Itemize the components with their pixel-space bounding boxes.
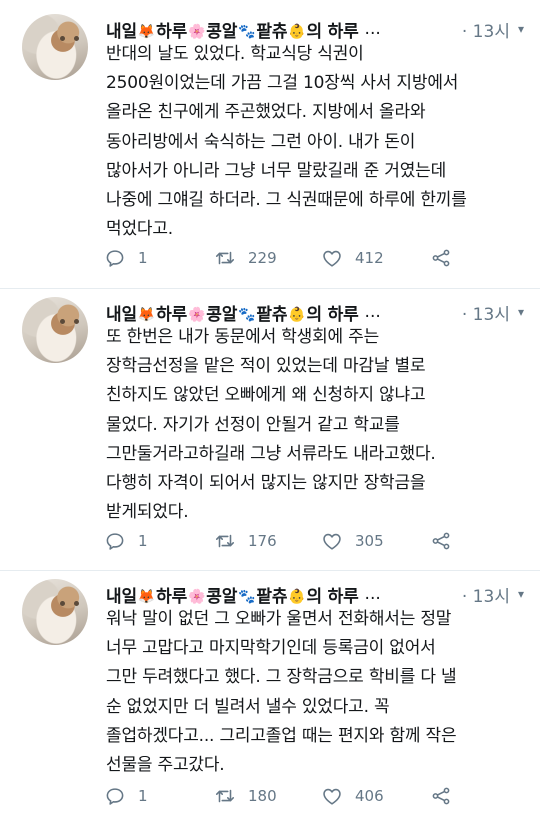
like-button[interactable]: 305: [321, 530, 430, 552]
reply-button[interactable]: 1: [104, 530, 214, 552]
like-button[interactable]: 406: [321, 785, 430, 807]
retweet-button[interactable]: 176: [214, 530, 321, 552]
like-icon: [323, 250, 341, 267]
author-name[interactable]: 내일🦊하루🌸콩알🐾팥츄👶의 하루: [106, 582, 359, 607]
retweet-count: 180: [248, 787, 277, 805]
baby-icon: 👶: [288, 306, 306, 323]
text-line: 2500원이었는데 가끔 그걸 10장씩 사서 지방에서: [106, 73, 459, 94]
text-line: 그만둘거라고하길래 그냥 서류라도 내라고했다.: [106, 443, 436, 464]
divider: [0, 570, 540, 571]
tweet-actions: 1 229 412: [104, 246, 504, 270]
text-line: 먹었다고.: [106, 219, 173, 240]
share-icon: [432, 787, 450, 805]
tweet-text: 반대의 날도 있었다. 학교식당 식권이 2500원이었는데 가끔 그걸 10장…: [106, 40, 536, 244]
avatar[interactable]: [22, 297, 88, 363]
text-line: 또 한번은 내가 동문에서 학생회에 주는: [106, 327, 380, 347]
share-button[interactable]: [430, 247, 452, 269]
timestamp[interactable]: · 13시: [462, 17, 510, 42]
share-button[interactable]: [430, 785, 452, 807]
retweet-icon: [215, 251, 235, 265]
name-ellipsis: ...: [364, 584, 381, 604]
like-count: 412: [355, 249, 384, 267]
chevron-down-icon[interactable]: ▾: [518, 22, 524, 36]
divider: [0, 288, 540, 289]
like-button[interactable]: 412: [321, 247, 430, 269]
baby-icon: 👶: [288, 588, 306, 605]
avatar[interactable]: [22, 14, 88, 80]
author-name[interactable]: 내일🦊하루🌸콩알🐾팥츄👶의 하루: [106, 17, 359, 42]
share-icon: [432, 532, 450, 550]
text-line: 친하지도 않았던 오빠에게 왜 신청하지 않냐고: [106, 385, 426, 406]
retweet-button[interactable]: 229: [214, 247, 321, 269]
chevron-down-icon[interactable]: ▾: [518, 587, 524, 601]
text-line: 동아리방에서 숙식하는 그런 아이. 내가 돈이: [106, 131, 416, 152]
reply-icon: [106, 788, 124, 805]
fox-icon: 🦊: [137, 23, 156, 40]
text-line: 반대의 날도 있었다. 학교식당 식권이: [106, 44, 364, 64]
like-count: 406: [355, 787, 384, 805]
reply-button[interactable]: 1: [104, 247, 214, 269]
text-line: 선물을 주고갔다.: [106, 755, 225, 776]
reply-count: 1: [138, 787, 148, 805]
retweet-button[interactable]: 180: [214, 785, 321, 807]
fox-icon: 🦊: [137, 306, 156, 323]
name-ellipsis: ...: [364, 302, 381, 322]
text-line: 올라온 친구에게 주곤했었다. 지방에서 올라와: [106, 102, 426, 123]
reply-count: 1: [138, 532, 148, 550]
reply-icon: [106, 250, 124, 267]
text-line: 그만 두려했다고 했다. 그 장학금으로 학비를 다 낼: [106, 667, 457, 688]
retweet-count: 229: [248, 249, 277, 267]
text-line: 많아서가 아니라 그냥 너무 말랐길래 준 거였는데: [106, 160, 447, 181]
text-line: 워낙 말이 없던 그 오빠가 울면서 전화해서는 정말: [106, 609, 452, 629]
chevron-down-icon[interactable]: ▾: [518, 305, 524, 319]
text-line: 물었다. 자기가 선정이 안될거 같고 학교를: [106, 414, 400, 435]
paw-icon: 🐾: [238, 588, 256, 605]
tweet-actions: 1 180 406: [104, 784, 504, 808]
tweet-text: 워낙 말이 없던 그 오빠가 울면서 전화해서는 정말 너무 고맙다고 마지막학…: [106, 605, 536, 780]
reply-count: 1: [138, 249, 148, 267]
text-line: 다행히 자격이 되어서 많지는 않지만 장학금을: [106, 473, 426, 494]
timestamp[interactable]: · 13시: [462, 582, 510, 607]
text-line: 순 없었지만 더 빌려서 낼수 있었다고. 꼭: [106, 696, 390, 717]
tweet-actions: 1 176 305: [104, 529, 504, 553]
like-icon: [323, 533, 341, 550]
text-line: 나중에 그얘길 하더라. 그 식권때문에 하루에 한끼를: [106, 190, 467, 211]
author-name[interactable]: 내일🦊하루🌸콩알🐾팥츄👶의 하루: [106, 300, 359, 325]
fox-icon: 🦊: [137, 588, 156, 605]
retweet-icon: [215, 789, 235, 803]
flower-icon: 🌸: [188, 23, 206, 40]
like-count: 305: [355, 532, 384, 550]
share-button[interactable]: [430, 530, 452, 552]
baby-icon: 👶: [288, 23, 306, 40]
flower-icon: 🌸: [188, 588, 206, 605]
like-icon: [323, 788, 341, 805]
avatar[interactable]: [22, 579, 88, 645]
text-line: 장학금선정을 맡은 적이 있었는데 마감날 별로: [106, 356, 426, 377]
share-icon: [432, 249, 450, 267]
reply-icon: [106, 533, 124, 550]
retweet-count: 176: [248, 532, 277, 550]
text-line: 받게되었다.: [106, 502, 189, 523]
flower-icon: 🌸: [188, 306, 206, 323]
name-ellipsis: ...: [364, 19, 381, 39]
tweet-text: 또 한번은 내가 동문에서 학생회에 주는 장학금선정을 맡은 적이 있었는데 …: [106, 323, 536, 527]
text-line: 너무 고맙다고 마지막학기인데 등록금이 없어서: [106, 638, 436, 659]
reply-button[interactable]: 1: [104, 785, 214, 807]
text-line: 졸업하겠다고... 그리고졸업 때는 편지와 함께 작은: [106, 725, 457, 746]
retweet-icon: [215, 534, 235, 548]
paw-icon: 🐾: [238, 306, 256, 323]
timestamp[interactable]: · 13시: [462, 300, 510, 325]
paw-icon: 🐾: [238, 23, 256, 40]
